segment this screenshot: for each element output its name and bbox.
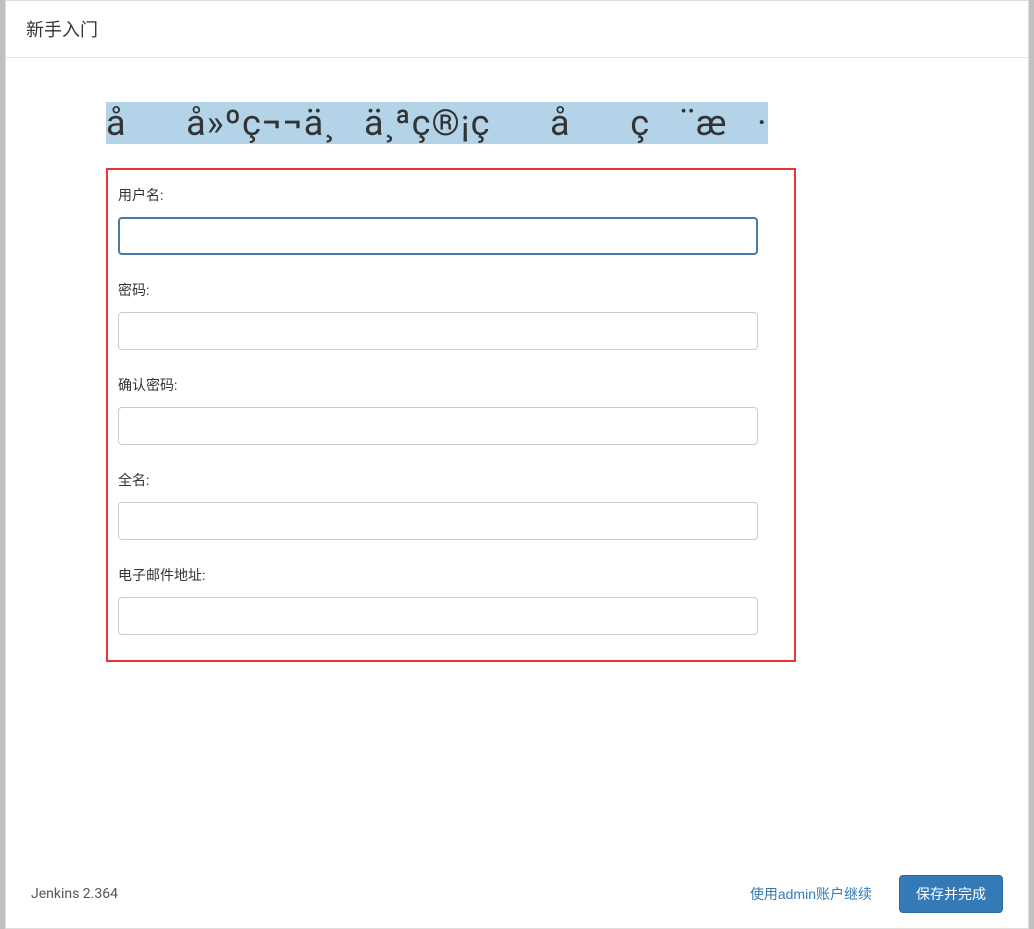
page-title: åå»ºç¬¬ä¸ä¸ªç®¡çåç¨æ· xyxy=(106,102,768,144)
fullname-input[interactable] xyxy=(118,502,758,540)
username-label: 用户名: xyxy=(118,185,784,205)
footer-actions: 使用admin账户继续 保存并完成 xyxy=(738,875,1003,913)
fullname-label: 全名: xyxy=(118,470,784,490)
username-group: 用户名: xyxy=(118,185,784,255)
setup-wizard-modal: 新手入门 åå»ºç¬¬ä¸ä¸ªç®¡çåç¨æ· 用户名:… xyxy=(5,0,1029,929)
modal-body: åå»ºç¬¬ä¸ä¸ªç®¡çåç¨æ· 用户名: 密码: … xyxy=(6,58,1028,682)
create-admin-form: 用户名: 密码: 确认密码: 全名: 电子邮件地址: xyxy=(106,168,796,662)
save-and-finish-button[interactable]: 保存并完成 xyxy=(899,875,1003,913)
modal-header: 新手入门 xyxy=(6,1,1028,58)
fullname-group: 全名: xyxy=(118,470,784,540)
username-input[interactable] xyxy=(118,217,758,255)
password-label: 密码: xyxy=(118,280,784,300)
version-label: Jenkins 2.364 xyxy=(31,886,118,902)
confirm-password-input[interactable] xyxy=(118,407,758,445)
email-group: 电子邮件地址: xyxy=(118,565,784,635)
password-input[interactable] xyxy=(118,312,758,350)
modal-title: 新手入门 xyxy=(26,20,98,41)
email-label: 电子邮件地址: xyxy=(118,565,784,585)
password-group: 密码: xyxy=(118,280,784,350)
confirm-password-group: 确认密码: xyxy=(118,375,784,445)
confirm-password-label: 确认密码: xyxy=(118,375,784,395)
email-input[interactable] xyxy=(118,597,758,635)
continue-as-admin-button[interactable]: 使用admin账户继续 xyxy=(738,876,884,912)
modal-footer: Jenkins 2.364 使用admin账户继续 保存并完成 xyxy=(6,860,1028,928)
